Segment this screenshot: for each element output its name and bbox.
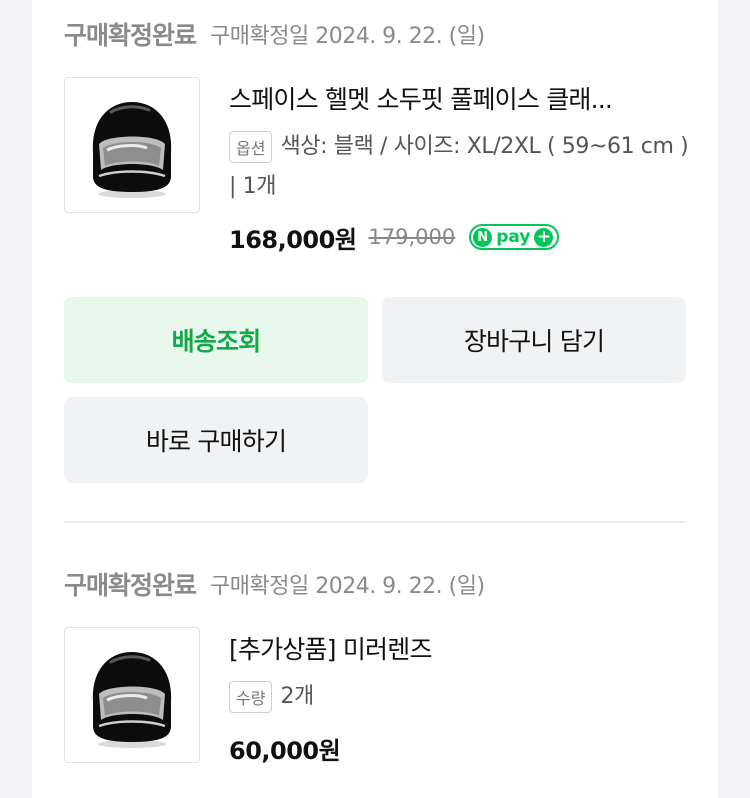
option-text: 색상: 블랙 / 사이즈: XL/2XL ( 59~61 cm ) | 1개 <box>229 134 689 199</box>
track-delivery-button[interactable]: 배송조회 <box>64 297 368 383</box>
option-badge: 옵션 <box>229 131 273 163</box>
order-divider <box>64 521 686 523</box>
order-status-line: 구매확정완료 구매확정일 2024. 9. 22. (일) <box>64 564 485 604</box>
price-row: 168,000원 179,000 N pay + <box>229 219 560 255</box>
original-price: 179,000 <box>368 225 456 249</box>
confirm-date: 구매확정일 2024. 9. 22. (일) <box>210 24 485 49</box>
order-status-line: 구매확정완료 구매확정일 2024. 9. 22. (일) <box>64 14 485 54</box>
product-title[interactable]: [추가상품] 미러렌즈 <box>229 630 689 666</box>
order-status: 구매확정완료 <box>64 571 197 600</box>
product-thumbnail[interactable] <box>64 77 200 213</box>
product-title[interactable]: 스페이스 헬멧 소두핏 풀페이스 클래... <box>229 80 689 116</box>
npay-plus-icon: + <box>534 227 554 247</box>
price-row: 60,000원 <box>229 730 341 766</box>
order-status: 구매확정완료 <box>64 21 197 50</box>
product-option: 수량 2개 <box>229 677 699 717</box>
npay-label: pay <box>496 227 531 247</box>
confirm-date: 구매확정일 2024. 9. 22. (일) <box>210 574 485 599</box>
option-badge: 수량 <box>229 681 273 713</box>
helmet-image <box>92 652 172 748</box>
helmet-image <box>92 102 172 198</box>
product-thumbnail[interactable] <box>64 627 200 763</box>
npay-n-icon: N <box>473 227 493 247</box>
option-text: 2개 <box>280 684 314 709</box>
npay-plus-badge: N pay + <box>469 224 560 250</box>
product-option: 옵션 색상: 블랙 / 사이즈: XL/2XL ( 59~61 cm ) | 1개 <box>229 127 699 207</box>
sale-price: 168,000원 <box>229 225 357 254</box>
add-to-cart-button[interactable]: 장바구니 담기 <box>382 297 686 383</box>
order-list-card: 구매확정완료 구매확정일 2024. 9. 22. (일) 스페이스 헬멧 소두… <box>32 0 718 798</box>
buy-now-button[interactable]: 바로 구매하기 <box>64 397 368 483</box>
sale-price: 60,000원 <box>229 736 341 765</box>
